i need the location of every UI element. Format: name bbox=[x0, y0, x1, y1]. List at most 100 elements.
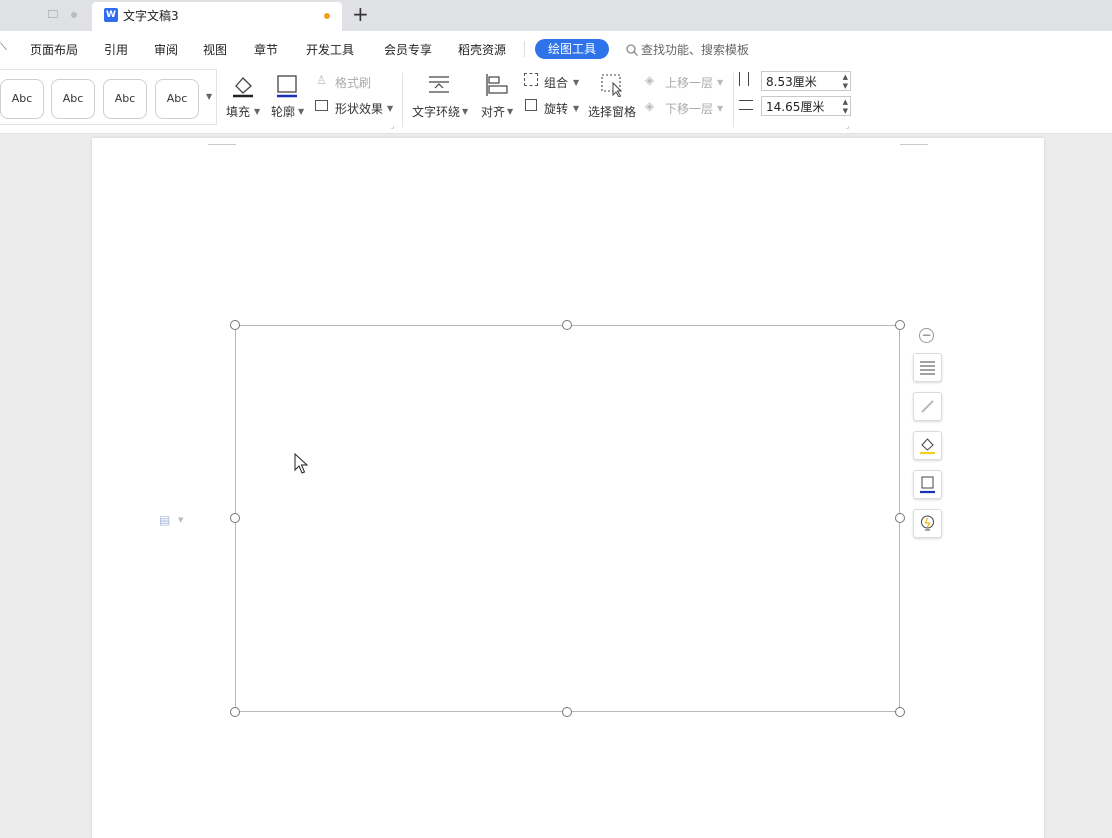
style-preset-3[interactable]: Abc bbox=[103, 79, 147, 119]
bring-forward-button[interactable]: ◈ 上移一层 ▼ bbox=[645, 73, 725, 91]
menu-review[interactable]: 审阅 bbox=[154, 41, 178, 58]
resize-handle-right[interactable] bbox=[895, 513, 905, 523]
style-preset-1[interactable]: Abc bbox=[0, 79, 44, 119]
text-wrap-caret-icon: ▼ bbox=[462, 107, 469, 116]
shape-fill-button[interactable] bbox=[913, 431, 942, 460]
shape-effects-label: 形状效果 bbox=[335, 102, 384, 116]
shape-width-input[interactable]: 14.65厘米 ▲ ▼ bbox=[761, 96, 851, 116]
format-painter-label: 格式刷 bbox=[335, 76, 372, 90]
bring-forward-label: 上移一层 bbox=[665, 76, 714, 90]
outline-label: 轮廓 bbox=[271, 105, 296, 119]
ribbon-separator bbox=[402, 73, 403, 127]
shape-outline-button[interactable] bbox=[913, 470, 942, 499]
selected-rectangle-shape[interactable] bbox=[235, 325, 900, 712]
fill-label: 填充 bbox=[226, 105, 251, 119]
text-wrap-icon bbox=[429, 76, 449, 93]
menu-references[interactable]: 引用 bbox=[104, 41, 128, 58]
fill-bucket-icon bbox=[920, 438, 935, 455]
format-painter-icon: ♙ bbox=[316, 73, 327, 87]
fill-bucket-icon bbox=[233, 77, 253, 98]
resize-handle-bottom[interactable] bbox=[562, 707, 572, 717]
new-tab-button[interactable]: + bbox=[352, 3, 369, 25]
tab-previous[interactable] bbox=[0, 0, 92, 31]
window-icon bbox=[48, 10, 58, 18]
text-wrap-icon bbox=[920, 361, 935, 375]
mouse-cursor-icon bbox=[294, 453, 308, 474]
shape-effects-caret-icon: ▼ bbox=[387, 104, 394, 113]
menu-member[interactable]: 会员专享 bbox=[384, 41, 432, 58]
rotate-label: 旋转 bbox=[544, 102, 569, 116]
resize-handle-bottom-right[interactable] bbox=[895, 707, 905, 717]
shape-height-value: 8.53厘米 bbox=[766, 75, 817, 89]
spin-up-icon[interactable]: ▲ bbox=[843, 98, 848, 106]
height-icon bbox=[739, 72, 749, 86]
align-caret-icon: ▼ bbox=[507, 107, 514, 116]
menu-page-layout[interactable]: 页面布局 bbox=[30, 41, 78, 58]
menu-docer[interactable]: 稻壳资源 bbox=[458, 41, 506, 58]
spin-up-icon[interactable]: ▲ bbox=[843, 73, 848, 81]
format-painter-button[interactable]: ♙ 格式刷 bbox=[315, 73, 379, 91]
search-icon bbox=[626, 44, 638, 56]
layout-options-button[interactable] bbox=[913, 353, 942, 382]
menu-developer[interactable]: 开发工具 bbox=[306, 41, 354, 58]
send-backward-button[interactable]: ◈ 下移一层 ▼ bbox=[645, 99, 725, 117]
group-caret-icon: ▼ bbox=[573, 78, 580, 87]
width-icon bbox=[739, 100, 753, 110]
menu-view[interactable]: 视图 bbox=[203, 41, 227, 58]
selection-pane-button[interactable]: 选择窗格 bbox=[587, 71, 639, 123]
send-backward-label: 下移一层 bbox=[665, 102, 714, 116]
ribbon: Abc Abc Abc Abc ▼ 填充 ▼ 轮廓 ▼ ♙ 格式刷 形状效果 ▼… bbox=[0, 67, 1112, 134]
rotate-caret-icon: ▼ bbox=[573, 104, 580, 113]
bring-forward-caret-icon: ▼ bbox=[717, 78, 724, 87]
paragraph-layout-caret-icon[interactable]: ▼ bbox=[178, 516, 183, 524]
selection-pane-icon bbox=[601, 74, 623, 97]
group-button[interactable]: 组合 ▼ bbox=[524, 73, 580, 91]
brush-icon bbox=[921, 400, 934, 413]
margin-mark bbox=[208, 138, 236, 145]
resize-handle-left[interactable] bbox=[230, 513, 240, 523]
align-icon bbox=[486, 74, 508, 96]
menu-section[interactable]: 章节 bbox=[254, 41, 278, 58]
outline-button[interactable]: 轮廓 ▼ bbox=[269, 71, 305, 123]
send-backward-icon: ◈ bbox=[645, 99, 655, 113]
tab-document[interactable]: W 文字文稿3 bbox=[92, 2, 342, 31]
menu-bar: ⟍ 页面布局 引用 审阅 视图 章节 开发工具 会员专享 稻壳资源 绘图工具 查… bbox=[0, 31, 1112, 67]
send-backward-caret-icon: ▼ bbox=[717, 104, 724, 113]
shape-effects-button[interactable]: 形状效果 ▼ bbox=[315, 99, 397, 117]
dialog-launcher-icon[interactable]: ⌟ bbox=[846, 122, 849, 130]
style-brush-button[interactable] bbox=[913, 392, 942, 421]
group-icon bbox=[524, 73, 538, 86]
resize-handle-bottom-left[interactable] bbox=[230, 707, 240, 717]
spin-down-icon[interactable]: ▼ bbox=[843, 107, 848, 115]
style-preset-2[interactable]: Abc bbox=[51, 79, 95, 119]
tab-bar: W 文字文稿3 + bbox=[0, 0, 1112, 31]
search-box[interactable]: 查找功能、搜索模板 bbox=[626, 41, 749, 58]
spin-down-icon[interactable]: ▼ bbox=[843, 82, 848, 90]
paragraph-layout-icon[interactable]: ▤ bbox=[159, 513, 170, 527]
selection-pane-label: 选择窗格 bbox=[588, 105, 637, 119]
shape-width-value: 14.65厘米 bbox=[766, 100, 825, 114]
collapse-icon[interactable]: − bbox=[919, 328, 934, 343]
resize-handle-top-right[interactable] bbox=[895, 320, 905, 330]
fill-button[interactable]: 填充 ▼ bbox=[225, 71, 261, 123]
align-label: 对齐 bbox=[481, 105, 506, 119]
gallery-more-icon[interactable]: ▼ bbox=[206, 92, 212, 101]
outline-icon bbox=[277, 75, 297, 98]
style-preset-4[interactable]: Abc bbox=[155, 79, 199, 119]
lightbulb-icon bbox=[921, 515, 934, 531]
margin-mark bbox=[900, 138, 928, 145]
dialog-launcher-icon[interactable]: ⌟ bbox=[391, 122, 394, 130]
smart-suggestion-button[interactable] bbox=[913, 509, 942, 538]
bring-forward-icon: ◈ bbox=[645, 73, 655, 87]
rotate-button[interactable]: 旋转 ▼ bbox=[524, 99, 580, 117]
menu-scroll-left-icon[interactable]: ⟍ bbox=[0, 42, 7, 53]
shape-height-input[interactable]: 8.53厘米 ▲ ▼ bbox=[761, 71, 851, 91]
align-button[interactable]: 对齐 ▼ bbox=[480, 71, 516, 123]
resize-handle-top-left[interactable] bbox=[230, 320, 240, 330]
menu-drawing-tools[interactable]: 绘图工具 bbox=[535, 39, 609, 59]
text-wrap-label: 文字环绕 bbox=[412, 105, 461, 119]
ribbon-separator bbox=[733, 73, 734, 127]
resize-handle-top[interactable] bbox=[562, 320, 572, 330]
shape-effects-icon bbox=[315, 100, 328, 111]
text-wrap-button[interactable]: 文字环绕 ▼ bbox=[411, 71, 469, 123]
